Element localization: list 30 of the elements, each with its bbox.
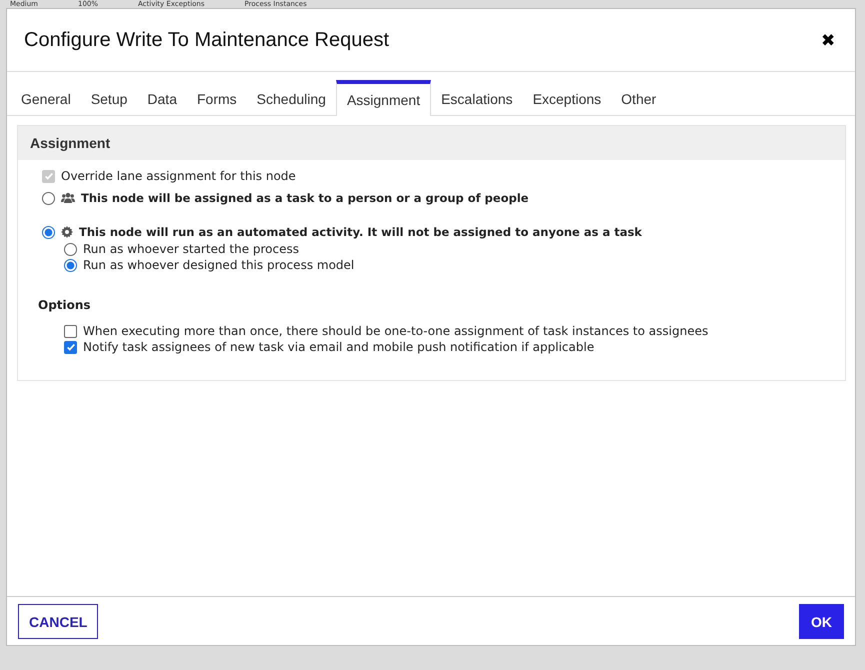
tab[interactable]: Escalations — [431, 80, 523, 115]
radio-button[interactable] — [42, 226, 55, 238]
tab[interactable]: Setup — [80, 80, 138, 115]
tab[interactable]: Exceptions — [522, 80, 612, 115]
radio-label: Run as whoever started the process — [83, 242, 300, 256]
people-icon — [61, 192, 75, 204]
radio-button[interactable] — [42, 192, 55, 204]
radio-label: Run as whoever designed this process model — [83, 258, 354, 272]
tab[interactable]: Data — [137, 80, 187, 115]
radio-label: This node will be assigned as a task to a person or a group of people — [81, 191, 529, 205]
dialog-title: Configure Write To Maintenance Request — [24, 28, 390, 52]
tab[interactable]: Forms — [186, 80, 247, 115]
checkbox[interactable] — [64, 340, 77, 354]
tab[interactable]: Assignment — [336, 80, 432, 116]
tab[interactable]: Scheduling — [246, 80, 336, 115]
options-heading: Options — [38, 298, 92, 312]
checkbox-label: Notify task assignees of new task via email and mobile push notification if applicable — [83, 340, 594, 354]
close-button[interactable]: ✖ — [821, 30, 835, 50]
tab[interactable]: Other — [611, 80, 666, 115]
gear-icon — [61, 226, 73, 238]
radio-label: This node will run as an automated activity. It will not be assigned to anyone as a task — [79, 225, 642, 239]
section-header: Assignment — [18, 126, 845, 160]
radio-button[interactable] — [64, 242, 77, 256]
checkbox-label: Override lane assignment for this node — [61, 169, 296, 183]
cancel-button[interactable]: CANCEL — [18, 604, 98, 639]
ok-button[interactable]: OK — [799, 604, 844, 639]
tab[interactable]: General — [11, 80, 81, 115]
checkbox-label: When executing more than once, there should be one-to-one assignment of task instances to assignees — [83, 324, 708, 338]
checkbox[interactable] — [64, 324, 77, 338]
radio-button[interactable] — [64, 258, 77, 272]
